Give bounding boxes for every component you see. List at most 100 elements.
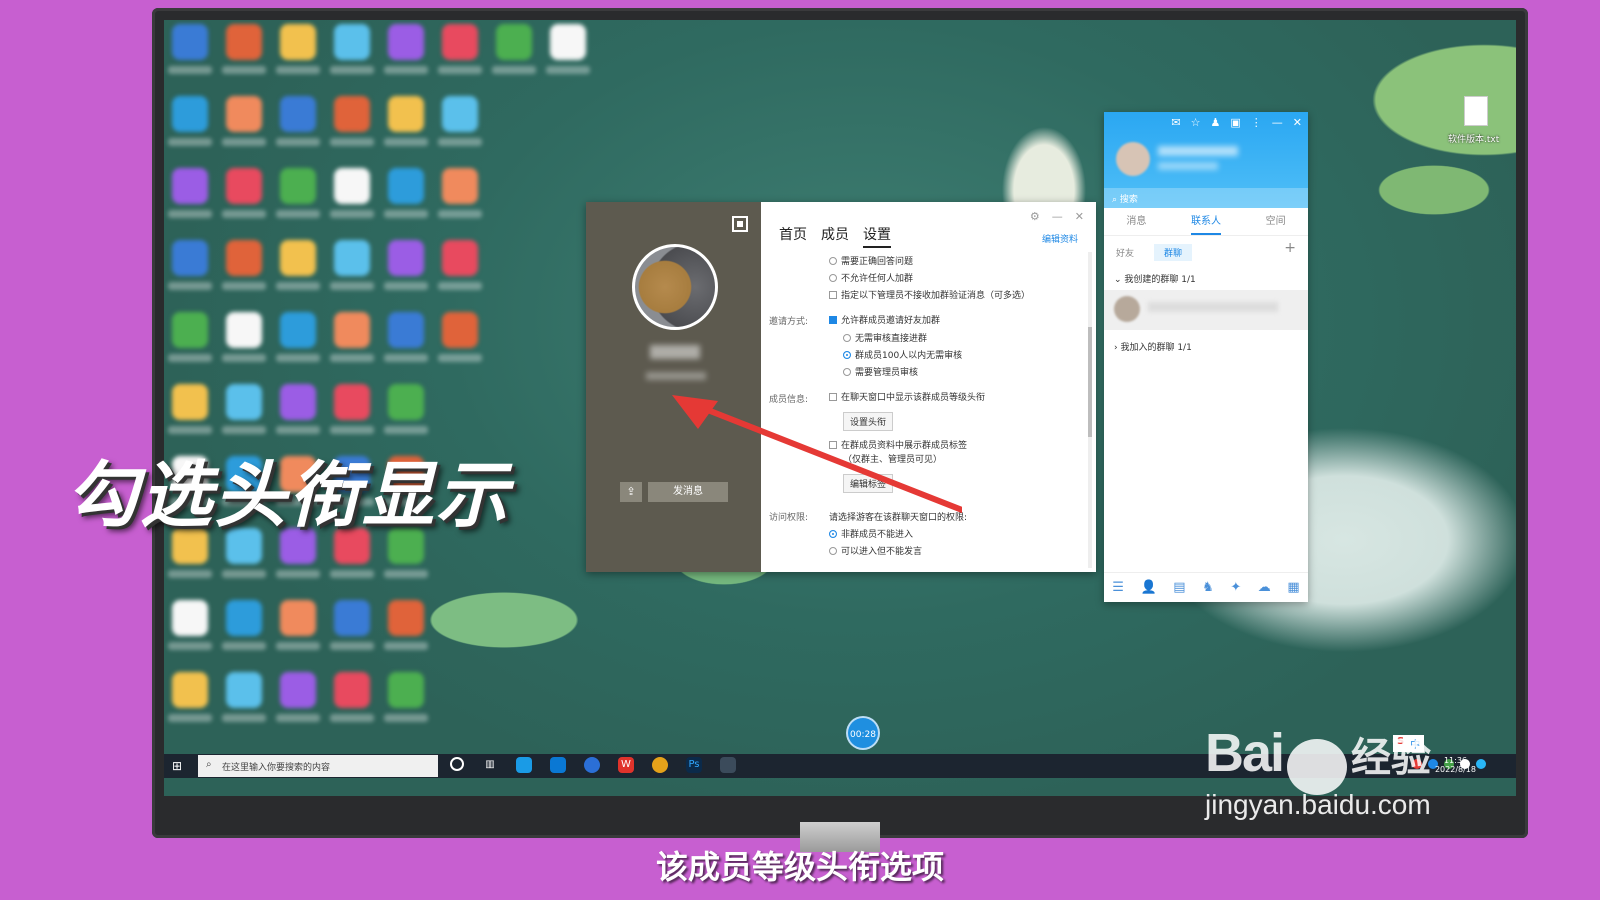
desktop-app-icon[interactable] (172, 96, 208, 132)
qq-taskbar-icon[interactable] (720, 757, 736, 773)
edge-icon[interactable] (550, 757, 566, 773)
desktop-app-icon[interactable] (280, 672, 316, 708)
tab-home[interactable]: 首页 (779, 224, 807, 248)
desktop-app-icon[interactable] (388, 168, 424, 204)
desktop-app-icon[interactable] (388, 600, 424, 636)
desktop-app-icon[interactable] (280, 240, 316, 276)
created-groups-header[interactable]: ⌄ 我创建的群聊 1/1 (1114, 272, 1196, 285)
access-no-enter[interactable]: 非群成员不能进入 (829, 527, 913, 540)
desktop-app-icon[interactable] (334, 96, 370, 132)
wps-icon[interactable]: W (618, 757, 634, 773)
desktop-app-icon[interactable] (172, 24, 208, 60)
tab-settings[interactable]: 设置 (863, 224, 891, 248)
desktop-app-icon[interactable] (226, 24, 262, 60)
admin-no-verify-option[interactable]: 指定以下管理员不接收加群验证消息（可多选） (829, 288, 1030, 301)
close-icon[interactable]: ✕ (1293, 116, 1302, 129)
user-avatar[interactable] (1116, 142, 1150, 176)
invite-admin-review[interactable]: 需要管理员审核 (843, 365, 918, 378)
allow-invite-option[interactable]: 允许群成员邀请好友加群 (829, 313, 940, 326)
access-enter-no-speak[interactable]: 可以进入但不能发言 (829, 544, 922, 557)
desktop-app-icon[interactable] (388, 312, 424, 348)
qr-code-icon[interactable] (732, 216, 748, 232)
join-option-answer[interactable]: 需要正确回答问题 (829, 254, 913, 267)
photoshop-icon[interactable]: Ps (686, 757, 702, 773)
desktop-app-icon[interactable] (172, 168, 208, 204)
desktop-app-icon[interactable] (388, 672, 424, 708)
desktop-app-icon[interactable] (172, 600, 208, 636)
desktop-app-icon[interactable] (388, 240, 424, 276)
tab-members[interactable]: 成员 (821, 224, 849, 248)
mail-icon[interactable]: ✉ (1171, 116, 1180, 129)
clock[interactable]: 11:36 2022/8/18 (1435, 756, 1476, 774)
desktop-app-icon[interactable] (226, 384, 262, 420)
desktop-app-icon[interactable] (226, 600, 262, 636)
text-file-icon[interactable] (1464, 96, 1488, 126)
desktop-app-icon[interactable] (334, 240, 370, 276)
close-icon[interactable]: ✕ (1075, 210, 1084, 223)
desktop-app-icon[interactable] (226, 240, 262, 276)
game-icon[interactable]: ✦ (1230, 580, 1241, 595)
desktop-app-icon[interactable] (388, 24, 424, 60)
cat-icon[interactable]: ♞ (1202, 580, 1214, 595)
menu-icon[interactable]: ⋮ (1251, 116, 1262, 129)
desktop-app-icon[interactable] (442, 312, 478, 348)
join-option-deny[interactable]: 不允许任何人加群 (829, 271, 913, 284)
windows-start-icon[interactable]: ⊞ (172, 759, 186, 773)
desktop-app-icon[interactable] (388, 384, 424, 420)
desktop-app-icon[interactable] (226, 96, 262, 132)
desktop-app-icon[interactable] (280, 24, 316, 60)
desktop-app-icon[interactable] (334, 24, 370, 60)
desktop-app-icon[interactable] (442, 24, 478, 60)
add-contact-icon[interactable]: 👤 (1141, 580, 1157, 595)
qq-search-input[interactable]: ⌕ 搜索 (1104, 188, 1308, 208)
minimize-icon[interactable]: — (1052, 210, 1063, 223)
sub-tab-groups[interactable]: 群聊 (1154, 244, 1193, 261)
tab-space[interactable]: 空间 (1266, 212, 1286, 235)
desktop-app-icon[interactable] (334, 168, 370, 204)
desktop-app-icon[interactable] (172, 240, 208, 276)
photos-icon[interactable] (652, 757, 668, 773)
desktop-app-icon[interactable] (334, 600, 370, 636)
desktop-app-icon[interactable] (280, 600, 316, 636)
desktop-app-icon[interactable] (226, 672, 262, 708)
gear-icon[interactable]: ⚙ (1030, 210, 1040, 223)
desktop-app-icon[interactable] (280, 312, 316, 348)
settings-scroll-thumb[interactable] (1088, 327, 1092, 437)
inbox-icon[interactable]: ▣ (1230, 116, 1240, 129)
invite-no-review[interactable]: 无需审核直接进群 (843, 331, 927, 344)
browser-icon[interactable] (516, 757, 532, 773)
apps-icon[interactable]: ▦ (1287, 580, 1299, 595)
tray-app-icon[interactable] (1476, 759, 1486, 769)
edit-profile-link[interactable]: 编辑资料 (1042, 232, 1078, 245)
desktop-app-icon[interactable] (280, 96, 316, 132)
desktop-app-icon[interactable] (172, 672, 208, 708)
desktop-app-icon[interactable] (172, 312, 208, 348)
desktop-app-icon[interactable] (334, 672, 370, 708)
sub-tab-friends[interactable]: 好友 (1116, 246, 1134, 259)
desktop-app-icon[interactable] (442, 168, 478, 204)
group-list-item[interactable] (1104, 290, 1308, 330)
taskbar-search-input[interactable]: ⌕ 在这里输入你要搜索的内容 (198, 755, 438, 777)
desktop-app-icon[interactable] (226, 312, 262, 348)
star-icon[interactable]: ☆ (1191, 116, 1201, 129)
task-view-icon[interactable]: ▥ (482, 757, 498, 773)
desktop-app-icon[interactable] (280, 168, 316, 204)
desktop-app-icon[interactable] (280, 384, 316, 420)
cloud-icon[interactable]: ☁ (1258, 580, 1271, 595)
add-icon[interactable]: + (1284, 240, 1296, 256)
file-icon[interactable]: ▤ (1173, 580, 1185, 595)
desktop-app-icon[interactable] (334, 384, 370, 420)
sogou-icon[interactable] (584, 757, 600, 773)
desktop-app-icon[interactable] (496, 24, 532, 60)
desktop-app-icon[interactable] (442, 240, 478, 276)
desktop-app-icon[interactable] (442, 96, 478, 132)
minimize-icon[interactable]: — (1272, 116, 1283, 129)
tab-messages[interactable]: 消息 (1126, 212, 1146, 235)
shirt-icon[interactable]: ♟ (1211, 116, 1221, 129)
desktop-app-icon[interactable] (334, 312, 370, 348)
share-icon[interactable]: ⇪ (620, 482, 642, 502)
desktop-app-icon[interactable] (226, 168, 262, 204)
desktop-app-icon[interactable] (172, 384, 208, 420)
main-menu-icon[interactable]: ☰ (1112, 580, 1124, 595)
cortana-icon[interactable] (450, 757, 464, 771)
